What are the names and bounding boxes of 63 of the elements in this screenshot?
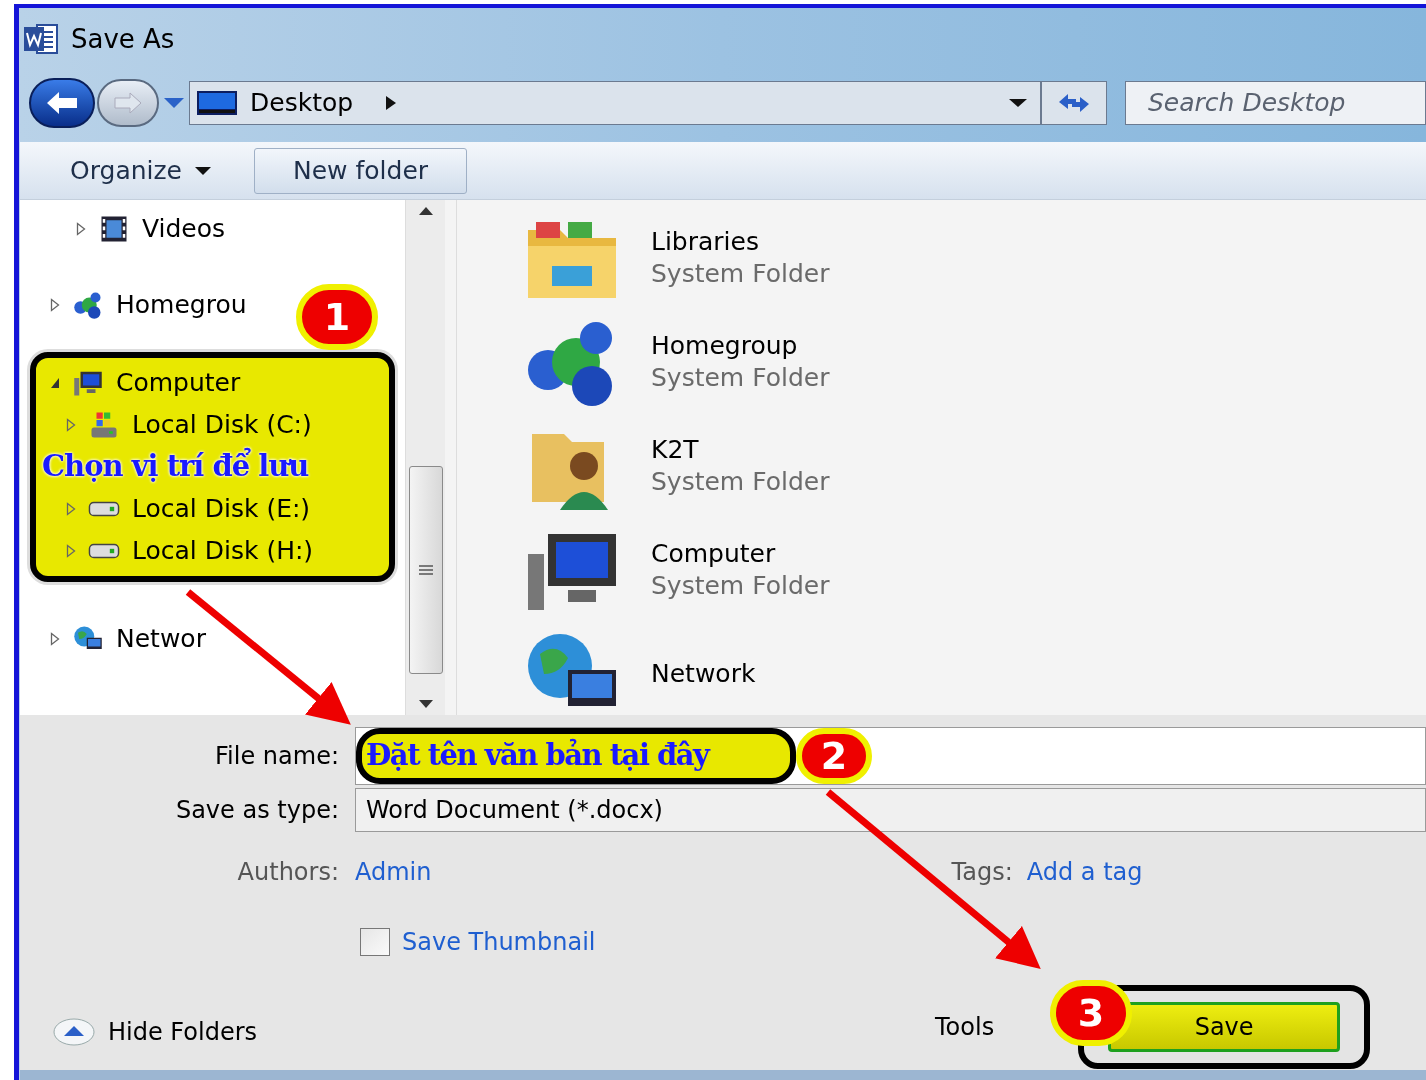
back-button[interactable]	[29, 78, 95, 128]
desktop-icon	[196, 90, 238, 116]
dropdown-caret-icon[interactable]	[163, 97, 185, 109]
step-number-badge: 2	[796, 728, 872, 784]
save-button[interactable]: Save	[1108, 1002, 1341, 1052]
tree-item[interactable]: Homegrou	[116, 286, 247, 324]
scroll-up-arrow-icon[interactable]	[417, 206, 434, 216]
breadcrumb-arrow-icon[interactable]	[385, 95, 398, 111]
item-name[interactable]: Network	[651, 658, 756, 690]
name-hint: Đặt tên văn bản tại đây	[366, 737, 709, 775]
refresh-button[interactable]	[1041, 81, 1107, 125]
organize-button[interactable]: Organize	[70, 151, 212, 190]
drive-icon	[88, 501, 120, 517]
file-name-label: File name:	[214, 741, 340, 772]
expand-arrow-icon[interactable]	[76, 222, 86, 236]
item-name[interactable]: Computer	[651, 538, 830, 570]
file-name-field[interactable]: Đặt tên văn bản tại đây 2	[355, 727, 1426, 785]
authors-value[interactable]: Admin	[355, 854, 432, 890]
tree-item[interactable]: Local Disk (H:)	[132, 532, 314, 570]
item-type: System Folder	[651, 466, 830, 498]
scroll-down-arrow-icon[interactable]	[417, 699, 434, 709]
address-bar[interactable]: Desktop	[189, 81, 1041, 125]
tree-item[interactable]: Networ	[116, 620, 206, 658]
right-arrow-icon	[113, 92, 143, 114]
forward-button[interactable]	[97, 79, 159, 127]
new-folder-button[interactable]: New folder	[254, 147, 468, 194]
checkbox-label[interactable]: Save Thumbnail	[402, 924, 596, 960]
authors-label: Authors:	[236, 857, 340, 888]
word-icon	[23, 23, 59, 55]
item-name[interactable]: Homegroup	[651, 330, 830, 362]
tools-button[interactable]: Tools	[935, 1009, 995, 1045]
expand-arrow-icon[interactable]	[66, 544, 76, 558]
window-title: Save As	[71, 22, 175, 56]
dropdown-arrow-icon[interactable]	[1008, 98, 1028, 108]
item-name[interactable]: Libraries	[651, 226, 830, 258]
tree-item[interactable]: Local Disk (E:)	[132, 490, 311, 528]
tags-label: Tags:	[951, 857, 1013, 888]
item-name[interactable]: K2T	[651, 434, 830, 466]
search-field[interactable]: Search Desktop	[1125, 81, 1426, 125]
grip-icon	[417, 564, 434, 576]
expand-arrow-icon[interactable]	[66, 418, 76, 432]
item-type: System Folder	[651, 362, 830, 394]
collapse-arrow-icon[interactable]	[50, 377, 60, 389]
item-type: System Folder	[651, 258, 830, 290]
tags-field[interactable]: Add a tag	[1026, 854, 1143, 890]
tree-item[interactable]: Local Disk (C:)	[132, 406, 312, 444]
save-as-type-label: Save as type:	[174, 795, 340, 826]
location-hint: Chọn vị trí để lưu	[42, 446, 309, 486]
tree-item[interactable]: Computer	[116, 364, 241, 402]
checkbox[interactable]	[360, 928, 390, 956]
left-arrow-icon	[45, 90, 79, 116]
caret-icon	[194, 165, 212, 176]
save-as-type-dropdown[interactable]: Word Document (*.docx)	[355, 788, 1426, 832]
expand-arrow-icon[interactable]	[66, 502, 76, 516]
item-type: System Folder	[651, 570, 830, 602]
scroll-thumb[interactable]	[408, 466, 443, 674]
address-location[interactable]: Desktop	[250, 84, 354, 122]
expand-arrow-icon[interactable]	[50, 632, 60, 646]
drive-icon	[88, 543, 120, 559]
expand-arrow-icon[interactable]	[50, 298, 60, 312]
chevron-up-icon	[52, 1017, 96, 1047]
tree-item[interactable]: Videos	[142, 210, 226, 248]
hide-folders-button[interactable]: Hide Folders	[52, 1014, 257, 1050]
